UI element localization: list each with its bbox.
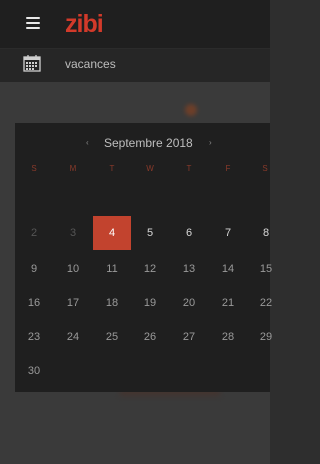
calendar-day[interactable]: 30	[19, 360, 49, 382]
weekday-header: S	[31, 164, 37, 173]
calendar-day[interactable]: 25	[97, 326, 127, 348]
next-month-button[interactable]: ›	[209, 131, 212, 155]
blurred-background-content	[185, 104, 197, 116]
app-logo[interactable]: zibi	[65, 10, 104, 38]
calendar-day-selected[interactable]: 4	[93, 216, 131, 250]
hamburger-menu-icon[interactable]	[26, 17, 40, 29]
calendar-day[interactable]: 26	[135, 326, 165, 348]
weekday-header: T	[186, 164, 192, 173]
calendar-icon[interactable]	[23, 55, 41, 72]
calendar-day[interactable]: 24	[58, 326, 88, 348]
calendar-day[interactable]: 22	[251, 292, 281, 314]
calendar-day[interactable]: 19	[135, 292, 165, 314]
calendar-day[interactable]: 28	[213, 326, 243, 348]
calendar-day[interactable]: 7	[213, 222, 243, 244]
calendar-day[interactable]: 18	[97, 292, 127, 314]
weekday-header: W	[146, 164, 154, 173]
calendar-day[interactable]: 5	[135, 222, 165, 244]
weekday-header: F	[225, 164, 231, 173]
calendar-day[interactable]: 17	[58, 292, 88, 314]
calendar-day[interactable]: 23	[19, 326, 49, 348]
calendar-day[interactable]: 21	[213, 292, 243, 314]
calendar-day[interactable]: 8	[251, 222, 281, 244]
calendar-day[interactable]: 13	[174, 258, 204, 280]
calendar-day[interactable]: 10	[58, 258, 88, 280]
page-title: vacances	[65, 57, 116, 71]
previous-month-button[interactable]: ‹	[86, 131, 89, 155]
calendar-day[interactable]: 27	[174, 326, 204, 348]
calendar-day[interactable]: 29	[251, 326, 281, 348]
weekday-header: M	[69, 164, 77, 173]
calendar-day[interactable]: 14	[213, 258, 243, 280]
calendar-day[interactable]: 2	[19, 222, 49, 244]
calendar-day[interactable]: 9	[19, 258, 49, 280]
calendar-day[interactable]: 20	[174, 292, 204, 314]
calendar-day[interactable]: 12	[135, 258, 165, 280]
calendar-day[interactable]: 11	[97, 258, 127, 280]
calendar-day[interactable]: 15	[251, 258, 281, 280]
weekday-header: S	[262, 164, 268, 173]
month-label: Septembre 2018	[104, 136, 193, 150]
top-bar: zibi	[0, 0, 270, 48]
calendar-day[interactable]: 16	[19, 292, 49, 314]
calendar-day[interactable]: 6	[174, 222, 204, 244]
weekday-header: T	[109, 164, 115, 173]
calendar-day[interactable]: 3	[58, 222, 88, 244]
